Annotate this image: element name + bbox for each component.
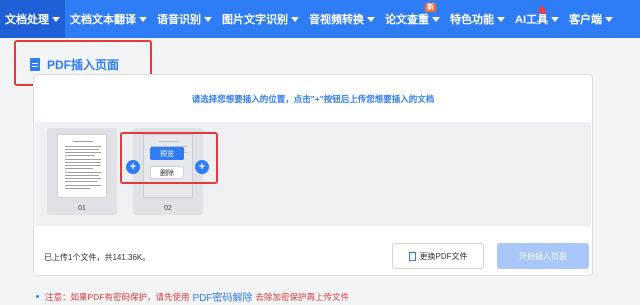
chevron-down-icon bbox=[551, 16, 559, 22]
replace-pdf-button[interactable]: 更换PDF文件 bbox=[392, 243, 484, 269]
chevron-down-icon bbox=[204, 16, 212, 22]
notice-prefix: 注意：如果PDF有密码保护，请先使用 bbox=[45, 291, 190, 302]
chevron-down-icon bbox=[432, 16, 440, 22]
nav-item-features[interactable]: 特色功能 bbox=[445, 0, 510, 38]
upload-status: 已上传1个文件，共141.36K。 bbox=[44, 253, 151, 262]
nav-item-doc-translate[interactable]: 文档文本翻译 bbox=[65, 0, 152, 38]
chevron-down-icon bbox=[367, 16, 375, 22]
nav-label: 文档处理 bbox=[5, 14, 49, 26]
pages-area: 01 02 bbox=[35, 122, 591, 226]
top-nav: 文档处理 文档文本翻译 语音识别 图片文字识别 音视频转换 新 论文查重 特色功… bbox=[0, 0, 640, 38]
nav-item-ai-tools[interactable]: AI工具 bbox=[510, 0, 564, 38]
nav-label: 特色功能 bbox=[450, 14, 494, 26]
new-badge: 新 bbox=[425, 3, 436, 12]
nav-label: 音视频转换 bbox=[309, 14, 364, 26]
page-tile[interactable]: 01 bbox=[47, 128, 117, 215]
instruction-text: 请选择您想要插入的位置，点击"+"按钮后上传您想要插入的文档 bbox=[191, 94, 435, 104]
pdf-unlock-link[interactable]: PDF密码解除 bbox=[193, 289, 253, 304]
page-number: 01 bbox=[78, 205, 86, 212]
nav-label: 论文查重 bbox=[385, 14, 429, 26]
nav-label: 语音识别 bbox=[157, 14, 201, 26]
nav-label: 图片文字识别 bbox=[222, 14, 288, 26]
page-number: 02 bbox=[164, 205, 172, 212]
nav-label: 文档文本翻译 bbox=[70, 14, 136, 26]
nav-item-speech[interactable]: 语音识别 bbox=[152, 0, 217, 38]
nav-item-av-convert[interactable]: 音视频转换 bbox=[304, 0, 380, 38]
notice-suffix: 去除加密保护再上传文件 bbox=[255, 291, 350, 302]
chevron-down-icon bbox=[605, 16, 613, 22]
nav-item-plagiarism[interactable]: 新 论文查重 bbox=[380, 0, 445, 38]
nav-item-doc-processing[interactable]: 文档处理 bbox=[0, 0, 65, 38]
chevron-down-icon bbox=[52, 16, 60, 22]
nav-item-ocr[interactable]: 图片文字识别 bbox=[217, 0, 304, 38]
upload-file-icon bbox=[408, 251, 416, 261]
nav-item-client[interactable]: 客户端 bbox=[564, 0, 618, 38]
start-insert-button[interactable]: 开始插入页面 bbox=[497, 243, 589, 269]
chevron-down-icon bbox=[291, 16, 299, 22]
main-panel: 请选择您想要插入的位置，点击"+"按钮后上传您想要插入的文档 01 02 已上传… bbox=[33, 74, 593, 276]
start-insert-label: 开始插入页面 bbox=[519, 251, 567, 261]
chevron-down-icon bbox=[497, 16, 505, 22]
page-thumbnail bbox=[57, 134, 107, 198]
nav-label: AI工具 bbox=[515, 14, 548, 26]
notice-line: 注意：如果PDF有密码保护，请先使用 PDF密码解除 去除加密保护再上传文件 bbox=[36, 289, 349, 304]
chevron-down-icon bbox=[139, 16, 147, 22]
nav-label: 客户端 bbox=[569, 14, 602, 26]
bullet-icon bbox=[36, 295, 39, 298]
hot-marker-icon bbox=[537, 5, 547, 13]
replace-pdf-label: 更换PDF文件 bbox=[419, 251, 468, 261]
actions-highlight-box bbox=[120, 132, 218, 184]
